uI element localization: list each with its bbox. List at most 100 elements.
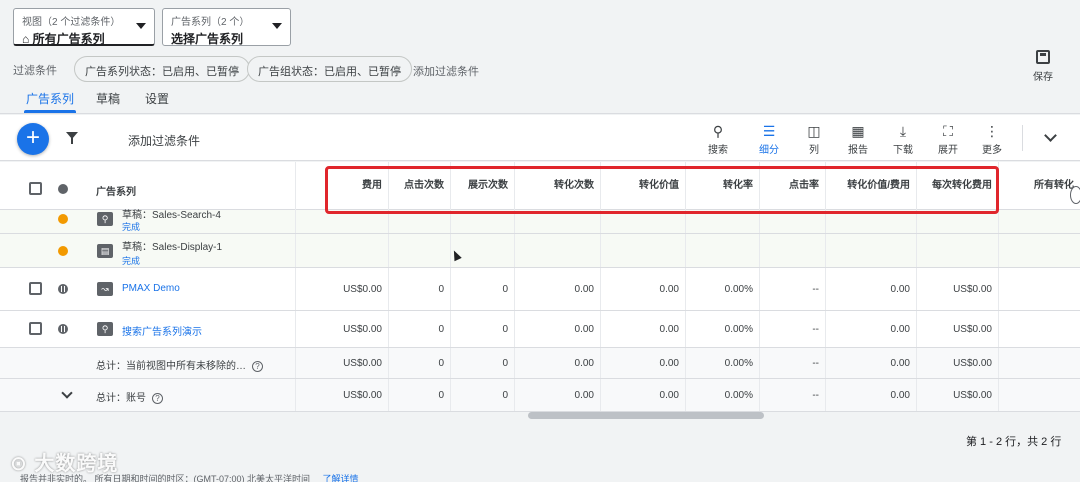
cell	[601, 234, 686, 267]
cell-cost-per-conv: US$0.00	[917, 311, 999, 347]
cell	[295, 234, 389, 267]
paused-status-icon[interactable]	[58, 284, 68, 294]
toolbar-divider	[1022, 125, 1023, 151]
table-row[interactable]: ⚲ 搜索广告系列演示 US$0.00 0 0 0.00 0.00 0.00% -…	[0, 311, 1080, 348]
tool-search-label: 搜索	[708, 145, 728, 156]
draft-name[interactable]: 草稿：Sales-Search-4	[122, 206, 221, 221]
cell-conv-value-per-cost: 0.00	[826, 379, 917, 411]
chevron-down-icon[interactable]	[61, 387, 73, 399]
cell	[917, 234, 999, 267]
reports-icon: ▦	[851, 123, 865, 139]
help-icon[interactable]: ?	[152, 393, 163, 404]
display-campaign-icon: ▤	[97, 244, 113, 258]
view-selector-value: ⌂ 所有广告系列	[22, 32, 105, 46]
help-icon[interactable]: ?	[252, 361, 263, 372]
filter-chip-adgroup-status[interactable]: 广告组状态：已启用、已暂停	[247, 56, 412, 82]
cell-conversions: 0.00	[515, 348, 601, 378]
cell-conv-value: 0.00	[601, 379, 686, 411]
add-campaign-button[interactable]: +	[17, 123, 49, 155]
header-campaign[interactable]: 广告系列	[96, 183, 136, 198]
tool-columns[interactable]: ◫ 列	[794, 121, 834, 156]
filter-chip-campaign-status[interactable]: 广告系列状态：已启用、已暂停	[74, 56, 250, 82]
cell	[760, 234, 826, 267]
tool-more[interactable]: ⋮ 更多	[972, 121, 1012, 156]
campaign-name-link[interactable]: 搜索广告系列演示	[122, 323, 202, 338]
cell-conversions: 0.00	[515, 379, 601, 411]
campaign-selector-label: 广告系列（2 个）	[171, 17, 250, 28]
cell-cost: US$0.00	[295, 268, 389, 310]
tool-download-label: 下载	[893, 145, 913, 156]
tool-search[interactable]: ⚲ 搜索	[698, 121, 738, 156]
paused-status-icon[interactable]	[58, 324, 68, 334]
draft-row[interactable]: ▤ 草稿：Sales-Display-1 完成	[0, 234, 1080, 268]
cell-conv-rate: 0.00%	[686, 379, 760, 411]
tool-more-label: 更多	[982, 145, 1002, 156]
filter-icon[interactable]	[66, 132, 78, 144]
cell-cost-per-conv: US$0.00	[917, 379, 999, 411]
save-button[interactable]: 保存	[1028, 50, 1058, 83]
tool-reports[interactable]: ▦ 报告	[838, 121, 878, 156]
draft-status-link[interactable]: 完成	[122, 254, 140, 267]
cell-cost: US$0.00	[295, 311, 389, 347]
view-selector-label: 视图（2 个过滤条件）	[22, 17, 121, 28]
learn-more-link[interactable]: 了解详情	[323, 474, 359, 482]
scroll-right-handle[interactable]	[1070, 186, 1080, 204]
tool-download[interactable]: ⤓ 下载	[883, 121, 923, 156]
pmax-campaign-icon: ↝	[97, 282, 113, 296]
add-filter-link[interactable]: 添加过滤条件	[413, 63, 479, 79]
view-selector[interactable]: 视图（2 个过滤条件） ⌂ 所有广告系列	[13, 8, 155, 46]
campaign-name-link[interactable]: PMAX Demo	[122, 283, 180, 294]
search-campaign-icon: ⚲	[97, 322, 113, 336]
tab-settings[interactable]: 设置	[145, 90, 169, 107]
tool-expand[interactable]: ⛶ 展开	[928, 121, 968, 156]
cell-cost: US$0.00	[295, 348, 389, 378]
cell	[451, 234, 515, 267]
total-row: 总计：当前视图中所有未移除的…? US$0.00 0 0 0.00 0.00 0…	[0, 348, 1080, 379]
search-campaign-icon: ⚲	[97, 212, 113, 226]
campaign-selector[interactable]: 广告系列（2 个） 选择广告系列	[162, 8, 291, 46]
row-checkbox[interactable]	[29, 322, 42, 335]
save-icon	[1036, 50, 1050, 64]
tab-campaigns[interactable]: 广告系列	[23, 90, 77, 113]
toolbar-add-filter[interactable]: 添加过滤条件	[128, 132, 200, 149]
cell	[389, 234, 451, 267]
top-bar: 视图（2 个过滤条件） ⌂ 所有广告系列 广告系列（2 个） 选择广告系列	[0, 0, 1080, 52]
tool-columns-label: 列	[809, 145, 819, 156]
save-label: 保存	[1033, 72, 1053, 83]
cell-impressions: 0	[451, 311, 515, 347]
header-all-conversions[interactable]: 所有转化	[999, 162, 1080, 210]
cell-conv-value-per-cost: 0.00	[826, 348, 917, 378]
cell-clicks: 0	[389, 348, 451, 378]
dropdown-caret-icon	[272, 23, 282, 29]
row-checkbox[interactable]	[29, 282, 42, 295]
cell-impressions: 0	[451, 268, 515, 310]
table-row[interactable]: ↝ PMAX Demo US$0.00 0 0 0.00 0.00 0.00% …	[0, 268, 1080, 311]
cell	[826, 234, 917, 267]
footer-note: 报告并非实时的。 所有日期和时间的时区：(GMT-07:00) 北美太平洋时间 …	[0, 472, 1080, 482]
footer-text: 报告并非实时的。 所有日期和时间的时区：(GMT-07:00) 北美太平洋时间	[20, 474, 311, 482]
filter-label: 过滤条件	[13, 65, 57, 77]
search-icon: ⚲	[712, 123, 724, 139]
select-all-checkbox[interactable]	[29, 182, 42, 195]
total-label: 总计：账号?	[96, 389, 163, 404]
cell-conv-rate: 0.00%	[686, 348, 760, 378]
cell-conv-value: 0.00	[601, 311, 686, 347]
highlight-annotation-box	[325, 166, 999, 214]
chevron-down-icon[interactable]	[1044, 129, 1057, 142]
cell-conversions: 0.00	[515, 268, 601, 310]
home-icon: ⌂	[22, 32, 33, 46]
cell-conv-value-per-cost: 0.00	[826, 311, 917, 347]
tool-segment-label: 细分	[759, 145, 779, 156]
cell-cost-per-conv: US$0.00	[917, 268, 999, 310]
tab-drafts[interactable]: 草稿	[96, 90, 120, 107]
cell-cost-per-conv: US$0.00	[917, 348, 999, 378]
tool-segment[interactable]: ☰ 细分	[749, 121, 789, 156]
cell-conv-rate: 0.00%	[686, 268, 760, 310]
cell-conv-rate: 0.00%	[686, 311, 760, 347]
draft-name[interactable]: 草稿：Sales-Display-1	[122, 238, 222, 253]
filter-bar: 过滤条件 广告系列状态：已启用、已暂停 广告组状态：已启用、已暂停 添加过滤条件	[0, 54, 1080, 82]
draft-status-link[interactable]: 完成	[122, 220, 140, 233]
horizontal-scrollbar[interactable]	[528, 412, 764, 419]
cell-clicks: 0	[389, 268, 451, 310]
cell-impressions: 0	[451, 379, 515, 411]
